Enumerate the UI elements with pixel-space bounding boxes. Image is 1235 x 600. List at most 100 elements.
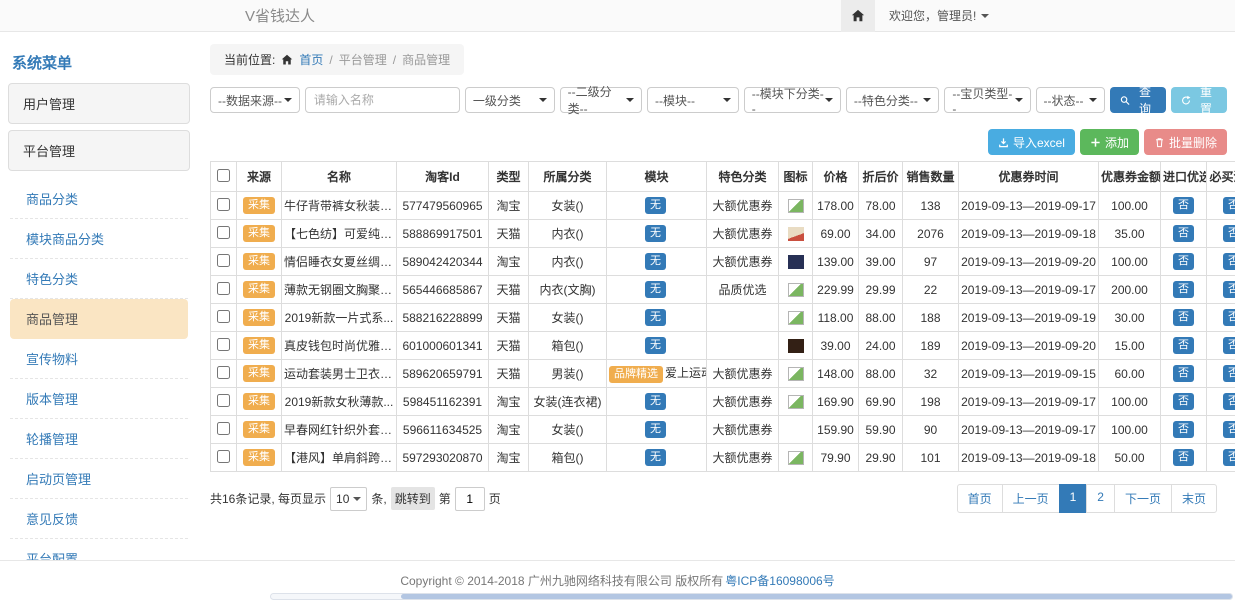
category2-select[interactable]: --二级分类-- (560, 87, 642, 113)
imported-badge: 否 (1173, 337, 1194, 354)
module-cell: 无 (607, 444, 707, 472)
first-page-button[interactable]: 首页 (957, 484, 1003, 513)
module-sub-select[interactable]: --模块下分类-- (744, 87, 841, 113)
row-checkbox[interactable] (217, 282, 230, 295)
row-checkbox[interactable] (217, 366, 230, 379)
sidebar-item-carousel-mgmt[interactable]: 轮播管理 (10, 419, 188, 459)
product-thumbnail-icon (788, 339, 804, 353)
name-input[interactable] (305, 87, 460, 113)
table-row: 采集薄款无钢圈文胸聚拢性...565446685867天猫内衣(文胸)无品质优选… (211, 276, 1235, 304)
category-cell: 女装() (529, 416, 607, 444)
coupon-amount-cell: 15.00 (1099, 332, 1161, 360)
type-cell: 天猫 (489, 360, 529, 388)
batch-delete-button[interactable]: 批量删除 (1144, 129, 1227, 155)
row-checkbox[interactable] (217, 450, 230, 463)
chevron-down-icon (1089, 98, 1097, 102)
home-button[interactable] (841, 0, 875, 32)
module-badge: 无 (645, 393, 666, 410)
coupon-time-cell: 2019-09-13—2019-09-19 (959, 304, 1099, 332)
sidebar-item-goods-mgmt[interactable]: 商品管理 (10, 299, 188, 339)
row-checkbox[interactable] (217, 422, 230, 435)
row-checkbox[interactable] (217, 338, 230, 351)
breadcrumb-home-link[interactable]: 首页 (299, 51, 323, 68)
user-menu[interactable]: 欢迎您，管理员! (875, 7, 1235, 24)
source-cell: 采集 (237, 388, 282, 416)
row-checkbox[interactable] (217, 198, 230, 211)
table-row: 采集情侣睡衣女夏丝绸男士...589042420344淘宝内衣()无大额优惠券1… (211, 248, 1235, 276)
chevron-down-icon (626, 98, 634, 102)
module-badge: 无 (645, 449, 666, 466)
discount-cell: 39.00 (859, 248, 903, 276)
pager: 首页 上一页 1 2 下一页 末页 (957, 484, 1217, 513)
price-cell: 229.99 (813, 276, 859, 304)
chevron-down-icon (981, 14, 989, 18)
sidebar-item-version-mgmt[interactable]: 版本管理 (10, 379, 188, 419)
product-name: 牛仔背带裤女秋装减龄... (282, 192, 397, 220)
product-thumbnail-icon (788, 311, 804, 325)
sales-cell: 101 (903, 444, 959, 472)
sidebar-item-feature-category[interactable]: 特色分类 (10, 259, 188, 299)
row-select-cell (211, 444, 237, 472)
must-buy-badge: 否 (1223, 393, 1235, 410)
icp-link[interactable]: 粤ICP备16098006号 (725, 572, 834, 589)
category1-select[interactable]: 一级分类 (465, 87, 555, 113)
add-button[interactable]: 添加 (1080, 129, 1139, 155)
import-excel-button[interactable]: 导入excel (988, 129, 1075, 155)
prev-page-button[interactable]: 上一页 (1002, 484, 1060, 513)
query-button[interactable]: 查询 (1110, 87, 1166, 113)
main-content: 当前位置: 首页 / 平台管理 / 商品管理 --数据来源-- 一级分类 --二… (210, 44, 1227, 600)
sidebar-item-platform-mgmt[interactable]: 平台管理 (8, 130, 190, 171)
row-checkbox[interactable] (217, 310, 230, 323)
product-thumbnail-icon (788, 451, 804, 465)
product-thumbnail-icon (788, 199, 804, 213)
source-cell: 采集 (237, 304, 282, 332)
source-badge: 采集 (243, 281, 275, 298)
imported-badge: 否 (1173, 393, 1194, 410)
feature-cell: 品质优选 (707, 276, 779, 304)
scrollbar-thumb[interactable] (401, 594, 1232, 599)
sidebar-item-feedback[interactable]: 意见反馈 (10, 499, 188, 539)
product-name: 薄款无钢圈文胸聚拢性... (282, 276, 397, 304)
unit-label: 条, (371, 490, 386, 507)
type-cell: 淘宝 (489, 192, 529, 220)
taoke-id: 601000601341 (397, 332, 489, 360)
table-row: 采集【七色纺】可爱纯棉家...588869917501天猫内衣()无大额优惠券6… (211, 220, 1235, 248)
sidebar-item-splash-mgmt[interactable]: 启动页管理 (10, 459, 188, 499)
reset-button[interactable]: 重置 (1171, 87, 1227, 113)
page-2-button[interactable]: 2 (1086, 484, 1115, 513)
coupon-time-cell: 2019-09-13—2019-09-20 (959, 248, 1099, 276)
type-cell: 天猫 (489, 332, 529, 360)
table-row: 采集真皮钱包时尚优雅女士...601000601341天猫箱包()无39.002… (211, 332, 1235, 360)
chevron-down-icon (284, 98, 292, 102)
source-badge: 采集 (243, 197, 275, 214)
row-checkbox[interactable] (217, 254, 230, 267)
imported-badge: 否 (1173, 225, 1194, 242)
row-checkbox[interactable] (217, 226, 230, 239)
feature-select[interactable]: --特色分类-- (846, 87, 940, 113)
last-page-button[interactable]: 末页 (1171, 484, 1217, 513)
sidebar-item-promo-material[interactable]: 宣传物料 (10, 339, 188, 379)
category-cell: 男装() (529, 360, 607, 388)
row-checkbox[interactable] (217, 394, 230, 407)
module-badge: 无 (645, 281, 666, 298)
next-page-button[interactable]: 下一页 (1114, 484, 1172, 513)
page-number-input[interactable] (455, 487, 485, 511)
sidebar-item-goods-category[interactable]: 商品分类 (10, 179, 188, 219)
source-cell: 采集 (237, 416, 282, 444)
per-page-select[interactable]: 10 (330, 487, 367, 511)
module-select[interactable]: --模块-- (647, 87, 739, 113)
horizontal-scrollbar[interactable] (270, 593, 1233, 600)
category-cell: 女装() (529, 304, 607, 332)
sidebar-item-user-mgmt[interactable]: 用户管理 (8, 83, 190, 124)
sidebar-item-module-goods-category[interactable]: 模块商品分类 (10, 219, 188, 259)
status-select[interactable]: --状态-- (1036, 87, 1106, 113)
select-all-checkbox[interactable] (217, 169, 230, 182)
type-cell: 淘宝 (489, 248, 529, 276)
source-select[interactable]: --数据来源-- (210, 87, 300, 113)
action-toolbar: 导入excel 添加 批量删除 (210, 129, 1227, 155)
item-type-select[interactable]: --宝贝类型-- (944, 87, 1030, 113)
coupon-time-cell: 2019-09-13—2019-09-20 (959, 332, 1099, 360)
page-1-button[interactable]: 1 (1059, 484, 1088, 513)
taoke-id: 596611634525 (397, 416, 489, 444)
col-coupon-time: 优惠券时间 (959, 162, 1099, 192)
